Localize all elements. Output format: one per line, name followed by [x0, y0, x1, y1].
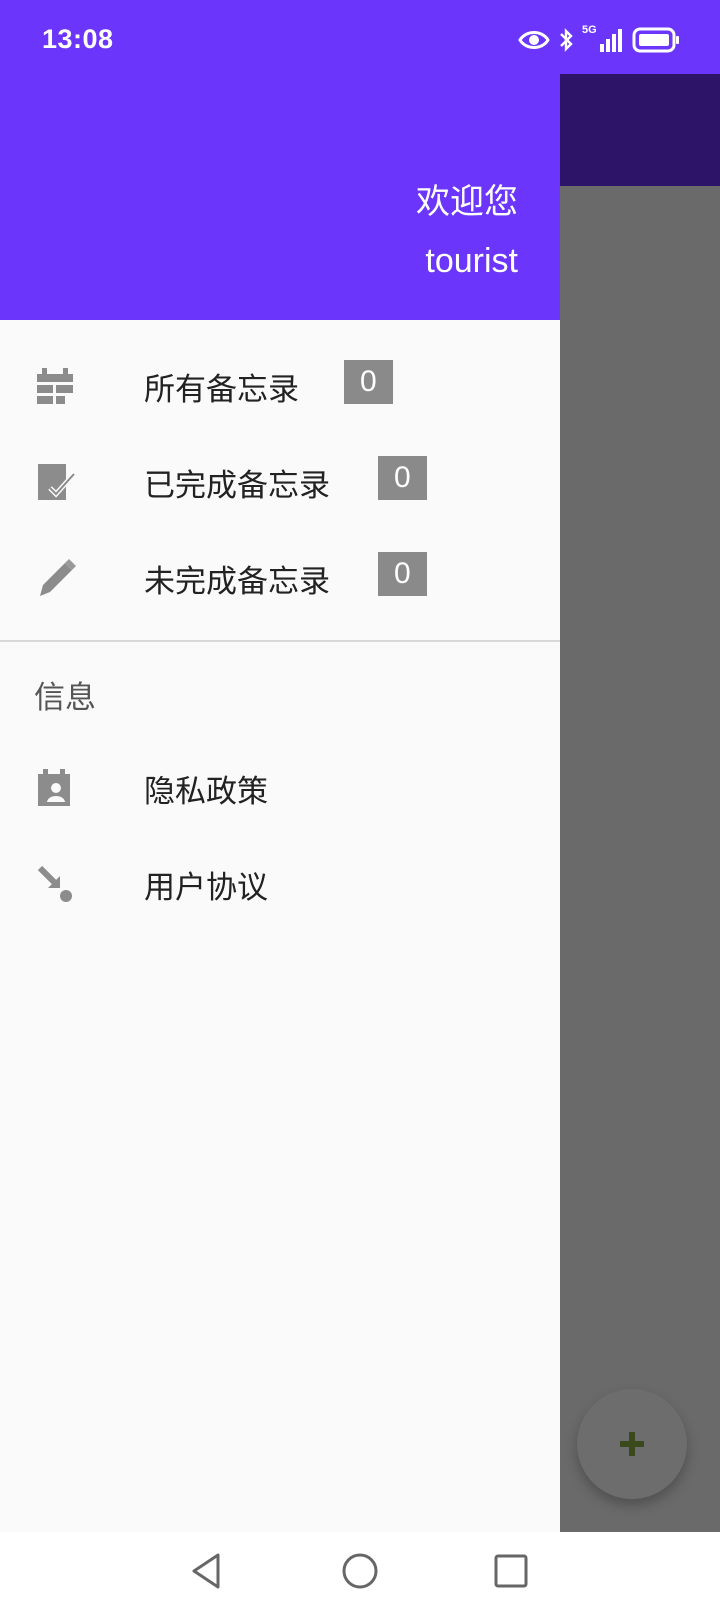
- system-nav-bar: [0, 1532, 720, 1610]
- checked-note-icon: [38, 464, 76, 500]
- menu-item-user-agreement[interactable]: 用户协议: [0, 836, 560, 932]
- plus-icon: [620, 1432, 644, 1456]
- signal-icon: 5G: [582, 24, 624, 54]
- count-badge: 0: [378, 456, 427, 500]
- drawer-header: 欢迎您 tourist: [0, 74, 560, 320]
- menu-label: 用户协议: [144, 870, 268, 906]
- username-text: tourist: [425, 242, 518, 280]
- app-toolbar: [560, 74, 720, 186]
- status-time: 13:08: [42, 24, 114, 54]
- status-bar: 13:08 5G: [0, 0, 720, 74]
- menu-label: 所有备忘录: [144, 372, 299, 408]
- calendar-person-icon: [38, 769, 70, 806]
- menu-label: 隐私政策: [144, 774, 268, 810]
- app-content-scrim[interactable]: [560, 186, 720, 1532]
- calendar-grid-icon: [37, 368, 73, 404]
- menu-item-all-memos[interactable]: 所有备忘录 0: [0, 338, 560, 434]
- menu-item-incomplete-memos[interactable]: 未完成备忘录 0: [0, 530, 560, 626]
- navigation-drawer: 欢迎您 tourist 所有备忘录 0 已完成备忘录 0 未完成备忘录 0 信息…: [0, 0, 560, 1532]
- drawer-divider: [0, 640, 560, 642]
- battery-icon: [632, 27, 679, 53]
- greeting-text: 欢迎您: [416, 182, 518, 222]
- add-memo-button[interactable]: [577, 1389, 687, 1499]
- count-badge: 0: [378, 552, 427, 596]
- menu-item-privacy-policy[interactable]: 隐私政策: [0, 740, 560, 836]
- pencil-icon: [40, 559, 76, 596]
- recents-icon[interactable]: [490, 1550, 532, 1592]
- menu-label: 未完成备忘录: [144, 564, 330, 600]
- menu-label: 已完成备忘录: [144, 468, 330, 504]
- arrow-dot-icon: [37, 865, 72, 902]
- count-badge: 0: [344, 360, 393, 404]
- eye-icon: [518, 31, 550, 49]
- bluetooth-icon: [560, 28, 573, 52]
- section-title: 信息: [34, 680, 96, 716]
- home-icon[interactable]: [339, 1550, 381, 1592]
- back-icon[interactable]: [186, 1550, 228, 1592]
- menu-item-completed-memos[interactable]: 已完成备忘录 0: [0, 434, 560, 530]
